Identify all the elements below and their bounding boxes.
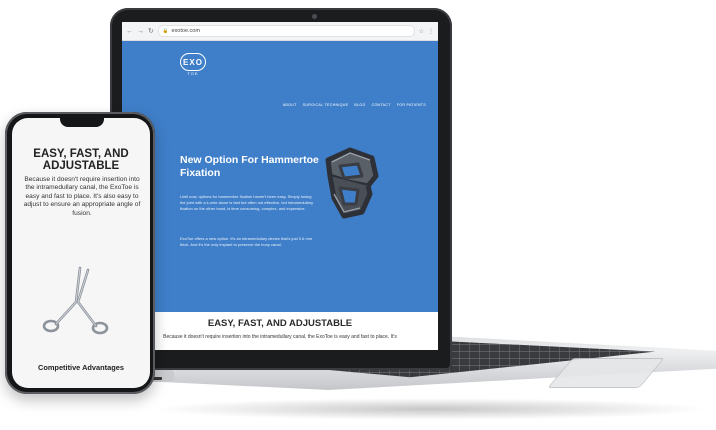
hero-paragraph: ExoToe offers a new option. It's an intr… [180, 236, 313, 247]
url-text: exotoe.com [171, 28, 200, 34]
site-logo[interactable]: EXO [180, 53, 206, 71]
forceps-illustration [42, 266, 109, 335]
browser-toolbar: ← → ↻ 🔒 exotoe.com ☆ ⋮ [122, 22, 438, 41]
lock-icon: 🔒 [162, 28, 169, 33]
phone-title: EASY, FAST, AND ADJUSTABLE [33, 148, 129, 172]
phone-notch [60, 118, 104, 127]
hero-title: New Option For Hammertoe Fixation [180, 154, 319, 179]
laptop-shadow [150, 398, 710, 420]
hero-paragraph: Until now, options for hammertoe fixatio… [180, 194, 314, 211]
back-icon[interactable]: ← [126, 28, 133, 35]
competitive-advantages-heading: Competitive Advantages [38, 363, 124, 372]
nav-item-surgical-technique[interactable]: SURGICAL TECHNIQUE [303, 103, 349, 107]
hero-section: New Option For Hammertoe Fixation Until … [122, 112, 438, 312]
reload-icon[interactable]: ↻ [148, 28, 154, 35]
nav-item-contact[interactable]: CONTACT [372, 103, 391, 107]
site-header: EXO TOE ABOUT SURGICAL TECHNIQUE BLOG CO… [122, 41, 438, 113]
star-icon[interactable]: ☆ [419, 28, 424, 35]
implant-illustration [325, 147, 379, 219]
forward-icon[interactable]: → [137, 28, 144, 35]
phone-screen: EASY, FAST, AND ADJUSTABLE Because it do… [12, 118, 150, 388]
address-bar[interactable]: 🔒 exotoe.com [157, 25, 415, 37]
phone-body: Because it doesn't require insertion int… [23, 176, 141, 217]
nav-item-blog[interactable]: BLOG [354, 103, 365, 107]
section-title: EASY, FAST, AND ADJUSTABLE [207, 318, 353, 329]
browser-tools: ☆ ⋮ [419, 28, 434, 35]
section-text: Because it doesn't require insertion int… [163, 334, 397, 340]
main-nav: ABOUT SURGICAL TECHNIQUE BLOG CONTACT FO… [283, 103, 426, 107]
camera-icon [312, 14, 317, 19]
laptop-screen: ← → ↻ 🔒 exotoe.com ☆ ⋮ EXO TOE ABOUT SUR… [122, 22, 438, 350]
nav-item-for-patients[interactable]: FOR PATIENTS [397, 103, 426, 107]
menu-icon[interactable]: ⋮ [428, 28, 434, 35]
nav-item-about[interactable]: ABOUT [283, 103, 297, 107]
site-logo-sub: TOE [187, 71, 199, 76]
